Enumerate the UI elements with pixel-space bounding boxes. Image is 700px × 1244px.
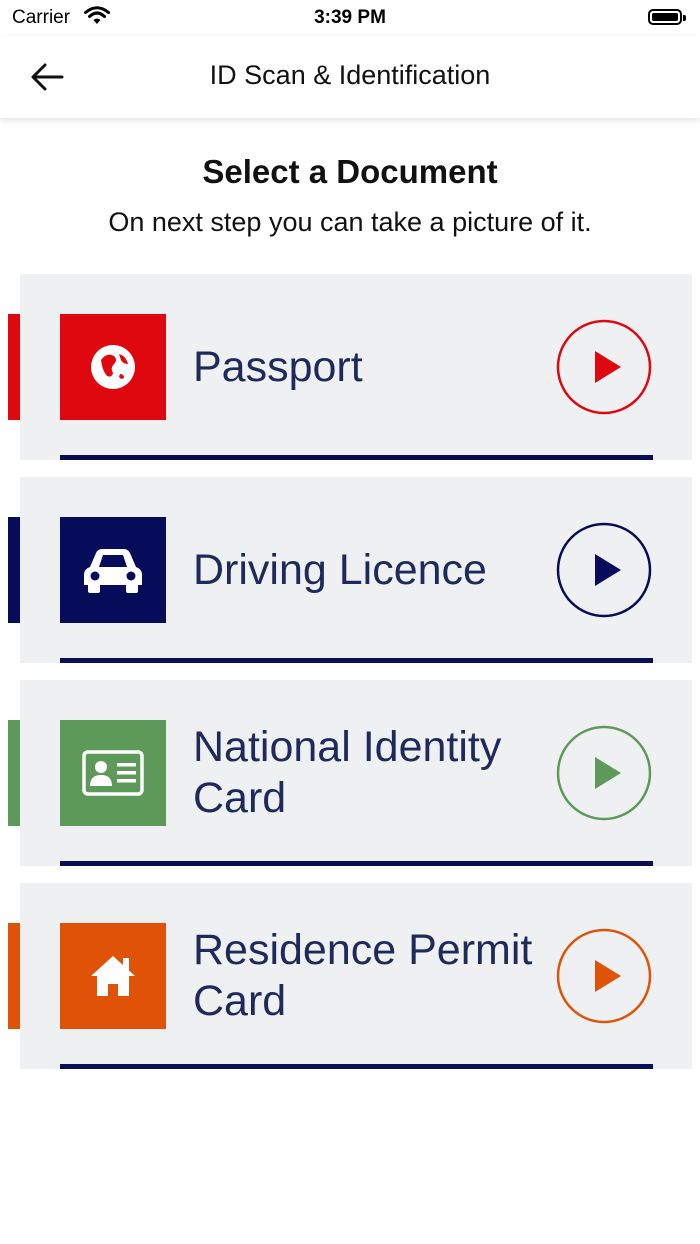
play-button-icon[interactable] <box>556 522 652 618</box>
icon-tile <box>60 923 166 1029</box>
document-option-residence-permit-card[interactable]: Residence Permit Card <box>0 883 700 1069</box>
play-button-icon[interactable] <box>556 725 652 821</box>
document-label: Residence Permit Card <box>193 926 533 1025</box>
section-heading: Select a Document <box>202 153 498 190</box>
icon-tile <box>60 720 166 826</box>
section-subheading: On next step you can take a picture of i… <box>108 207 592 237</box>
nav-bar: ID Scan & Identification <box>0 36 700 118</box>
accent-bar <box>8 720 20 826</box>
home-icon <box>91 956 135 996</box>
accent-bar <box>8 314 20 420</box>
status-bar: Carrier 3:39 PM <box>0 0 700 36</box>
icon-tile <box>60 517 166 623</box>
accent-bar <box>8 517 20 623</box>
document-label: Passport <box>193 342 363 391</box>
card-underline <box>60 1064 653 1069</box>
document-label: Driving Licence <box>193 545 487 594</box>
document-option-driving-licence[interactable]: Driving Licence <box>0 477 700 663</box>
clock: 3:39 PM <box>314 7 386 28</box>
card-underline <box>60 861 653 866</box>
globe-icon <box>91 345 135 389</box>
accent-bar <box>8 923 20 1029</box>
battery-icon <box>648 9 686 25</box>
card-underline <box>60 658 653 663</box>
document-option-national-identity-card[interactable]: National Identity Card <box>0 680 700 866</box>
card-underline <box>60 455 653 460</box>
play-button-icon[interactable] <box>556 928 652 1024</box>
document-option-passport[interactable]: Passport <box>0 274 700 460</box>
car-icon <box>84 549 142 593</box>
document-label: National Identity Card <box>193 723 502 822</box>
id-card-icon <box>82 750 144 796</box>
icon-tile <box>60 314 166 420</box>
page-title: ID Scan & Identification <box>209 60 491 90</box>
play-button-icon[interactable] <box>556 319 652 415</box>
